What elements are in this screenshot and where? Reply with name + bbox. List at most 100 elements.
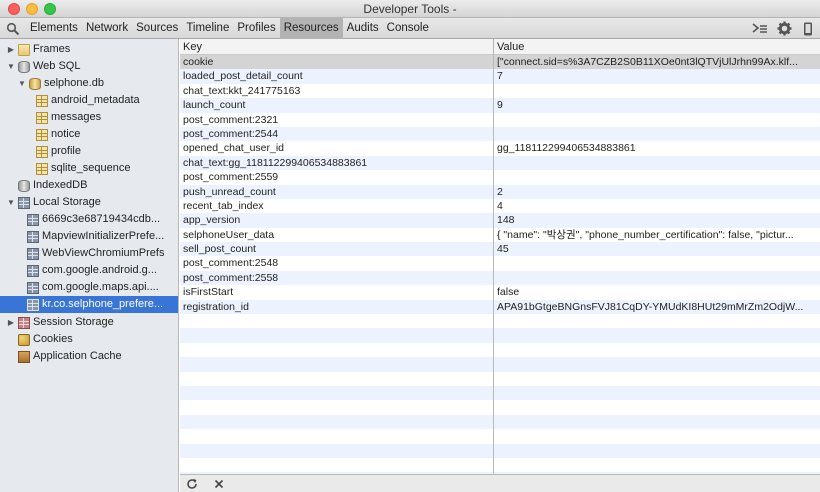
- tree-item-local-storage[interactable]: ▼ Local Storage: [6, 194, 101, 211]
- key-cell[interactable]: chat_text:gg_118112299406534883861: [180, 156, 493, 170]
- table-row[interactable]: loaded_post_detail_count 7: [180, 69, 820, 84]
- table-row[interactable]: sell_post_count 45: [180, 242, 820, 257]
- key-cell[interactable]: isFirstStart: [180, 285, 493, 299]
- value-cell[interactable]: [494, 170, 818, 184]
- value-cell[interactable]: false: [494, 285, 818, 299]
- tree-item-table[interactable]: messages: [36, 109, 101, 126]
- tree-item-table[interactable]: android_metadata: [36, 92, 140, 109]
- tree-item-websql[interactable]: ▼ Web SQL: [6, 58, 81, 75]
- column-header-key[interactable]: Key: [180, 39, 202, 55]
- key-cell[interactable]: post_comment:2558: [180, 271, 493, 285]
- value-cell[interactable]: 7: [494, 69, 818, 83]
- value-cell[interactable]: 2: [494, 185, 818, 199]
- disclosure-right-icon[interactable]: ▶: [6, 318, 16, 328]
- key-cell[interactable]: launch_count: [180, 98, 493, 112]
- tree-item-application-cache[interactable]: Application Cache: [6, 348, 122, 365]
- key-cell[interactable]: app_version: [180, 213, 493, 227]
- disclosure-down-icon[interactable]: ▼: [6, 62, 16, 72]
- tree-item-local-storage-origin[interactable]: 6669c3e68719434cdb...: [27, 211, 160, 228]
- tree-label: Web SQL: [33, 60, 81, 72]
- key-cell[interactable]: push_unread_count: [180, 185, 493, 199]
- key-cell[interactable]: post_comment:2559: [180, 170, 493, 184]
- tree-item-frames[interactable]: ▶ Frames: [6, 41, 70, 58]
- value-cell[interactable]: [494, 84, 818, 98]
- table-row[interactable]: isFirstStart false: [180, 285, 820, 299]
- tree-item-table[interactable]: sqlite_sequence: [36, 160, 131, 177]
- disclosure-down-icon[interactable]: ▼: [17, 79, 27, 89]
- tab-profiles[interactable]: Profiles: [233, 18, 279, 39]
- table-row[interactable]: cookie ["connect.sid=s%3A7CZB2S0B11XOe0nt…: [180, 55, 820, 70]
- value-cell[interactable]: gg_118112299406534883861: [494, 141, 818, 155]
- table-row[interactable]: registration_id APA91bGtgeBNGnsFVJ81CqDY-…: [180, 299, 820, 315]
- table-row[interactable]: post_comment:2321: [180, 113, 820, 127]
- tab-elements[interactable]: Elements: [26, 18, 82, 39]
- tree-item-database[interactable]: ▼ selphone.db: [17, 75, 104, 92]
- table-row[interactable]: post_comment:2544: [180, 126, 820, 142]
- value-cell[interactable]: 45: [494, 242, 818, 256]
- value-cell[interactable]: [494, 156, 818, 170]
- key-cell[interactable]: selphoneUser_data: [180, 228, 493, 242]
- tree-item-session-storage[interactable]: ▶ Session Storage: [6, 314, 114, 331]
- tab-resources[interactable]: Resources: [279, 18, 343, 39]
- tab-sources[interactable]: Sources: [132, 18, 182, 39]
- table-row[interactable]: post_comment:2548: [180, 256, 820, 270]
- storage-grid-icon: [27, 213, 39, 226]
- table-row[interactable]: chat_text:gg_118112299406534883861: [180, 155, 820, 171]
- delete-icon[interactable]: [210, 476, 228, 492]
- value-cell[interactable]: 4: [494, 199, 818, 213]
- key-cell[interactable]: recent_tab_index: [180, 199, 493, 213]
- value-cell[interactable]: [494, 271, 818, 285]
- refresh-icon[interactable]: [183, 476, 201, 492]
- value-cell[interactable]: { "name": "박상권", "phone_number_certifica…: [494, 228, 818, 242]
- table-row[interactable]: launch_count 9: [180, 98, 820, 113]
- value-cell[interactable]: [494, 256, 818, 270]
- dock-console-icon[interactable]: [748, 18, 772, 39]
- tab-console[interactable]: Console: [383, 18, 433, 39]
- tab-timeline[interactable]: Timeline: [182, 18, 233, 39]
- key-cell[interactable]: chat_text:kkt_241775163: [180, 84, 493, 98]
- devtools-toolbar: Elements Network Sources Timeline Profiles Re…: [0, 18, 820, 39]
- tree-item-local-storage-origin[interactable]: com.google.maps.api....: [27, 279, 159, 296]
- tree-item-local-storage-origin[interactable]: com.google.android.g...: [27, 262, 157, 279]
- database-icon: [29, 77, 41, 90]
- table-row[interactable]: opened_chat_user_id gg_118112299406534883…: [180, 141, 820, 155]
- key-cell[interactable]: sell_post_count: [180, 242, 493, 256]
- table-row[interactable]: selphoneUser_data{ "name": "박상권", "phone…: [180, 228, 820, 242]
- key-cell[interactable]: post_comment:2544: [180, 127, 493, 141]
- key-cell[interactable]: cookie: [180, 55, 493, 69]
- value-cell[interactable]: 9: [494, 98, 818, 112]
- key-cell[interactable]: registration_id: [180, 300, 493, 314]
- table-row[interactable]: app_version 148: [180, 213, 820, 228]
- table-row[interactable]: recent_tab_index 4: [180, 199, 820, 213]
- table-row[interactable]: post_comment:2558: [180, 270, 820, 286]
- column-divider[interactable]: [493, 39, 494, 474]
- value-cell[interactable]: ["connect.sid=s%3A7CZB2S0B11XOe0nt3lQTVj…: [494, 55, 818, 69]
- device-icon[interactable]: [796, 18, 820, 39]
- tab-audits[interactable]: Audits: [343, 18, 383, 39]
- key-cell[interactable]: post_comment:2321: [180, 113, 493, 127]
- key-cell[interactable]: loaded_post_detail_count: [180, 69, 493, 83]
- tree-item-table[interactable]: profile: [36, 143, 81, 160]
- tree-item-indexeddb[interactable]: IndexedDB: [6, 177, 87, 194]
- tree-item-table[interactable]: notice: [36, 126, 80, 143]
- disclosure-right-icon[interactable]: ▶: [6, 45, 16, 55]
- value-cell[interactable]: APA91bGtgeBNGnsFVJ81CqDY-YMUdKI8HUt29mMr…: [494, 300, 818, 314]
- key-cell[interactable]: opened_chat_user_id: [180, 141, 493, 155]
- table-row[interactable]: push_unread_count 2: [180, 184, 820, 199]
- column-header-value[interactable]: Value: [494, 39, 524, 55]
- tree-item-cookies[interactable]: Cookies: [6, 331, 73, 348]
- gear-icon[interactable]: [772, 18, 796, 39]
- tree-item-local-storage-origin[interactable]: kr.co.selphone_prefere...: [0, 296, 178, 313]
- table-row[interactable]: post_comment:2559: [180, 170, 820, 184]
- table-row[interactable]: chat_text:kkt_241775163: [180, 84, 820, 98]
- key-cell[interactable]: post_comment:2548: [180, 256, 493, 270]
- value-cell[interactable]: [494, 113, 818, 127]
- value-cell[interactable]: [494, 127, 818, 141]
- tree-label: Session Storage: [33, 316, 114, 328]
- tree-item-local-storage-origin[interactable]: MapviewInitializerPrefe...: [27, 228, 164, 245]
- tree-item-local-storage-origin[interactable]: WebViewChromiumPrefs: [27, 245, 164, 262]
- disclosure-down-icon[interactable]: ▼: [6, 198, 16, 208]
- search-icon[interactable]: [6, 22, 20, 36]
- tab-network[interactable]: Network: [82, 18, 132, 39]
- value-cell[interactable]: 148: [494, 213, 818, 227]
